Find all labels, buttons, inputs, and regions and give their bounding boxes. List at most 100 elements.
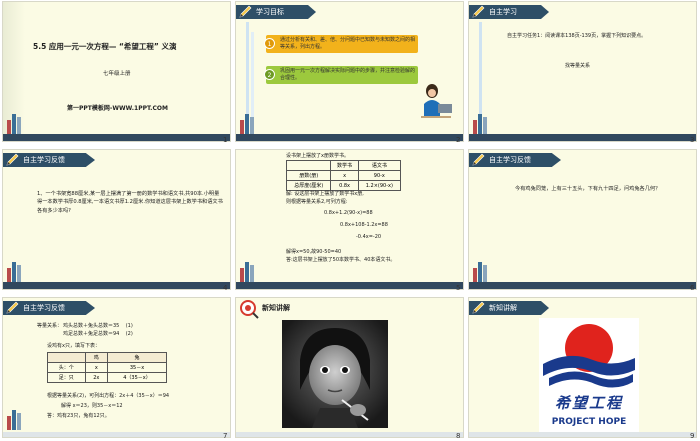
table-row: 总厚度(厘米) 0.8x 1.2×(90-x) (285, 180, 402, 191)
slide-number-4: 4 (223, 284, 228, 292)
slide-8-tab-label: 新知讲解 (262, 304, 290, 312)
slide-thumbnail-4[interactable]: 自主学习反馈 1、一个书架宽88厘米,某一层上摆满了第一册的数学书和语文书,共9… (2, 149, 231, 290)
slide-2-bottom-band (236, 134, 463, 141)
table-row: 足：只 2x 4（35－x） (47, 372, 167, 383)
slide-8-bottom-band (236, 432, 463, 437)
books-icon (473, 112, 491, 134)
slide-1-bottom-band (3, 134, 230, 141)
goal-1-number: 1 (264, 38, 275, 49)
slide-8-header: 新知讲解 (236, 298, 463, 320)
slide-1-footer: 第一PPT模板网-WWW.1PPT.COM (67, 105, 168, 112)
books-icon (240, 112, 258, 134)
slide-5-line-2: 则根据等量关系2,可列方程: (286, 199, 348, 205)
slide-5-table: 数学书 语文书 册数(册) x 90-x 总厚度(厘米) 0.8x 1.2×(9… (285, 160, 402, 191)
slide-7-solution: 解得 x＝23，则35－x＝12 (61, 403, 123, 409)
pencil-icon (5, 301, 21, 315)
slide-thumbnail-8[interactable]: 新知讲解 (235, 297, 464, 438)
table-header: 语文书 (357, 160, 402, 171)
slide-number-1: 1 (223, 136, 228, 144)
slide-5-intro: 设书架上摆放了x册数学书。 (286, 153, 349, 159)
slide-5-line-3: 0.8x+1.2(90-x)=88 (324, 210, 373, 216)
table-cell: x (330, 170, 359, 181)
slide-7-tab-label: 自主学习反馈 (23, 304, 65, 312)
books-icon (7, 260, 25, 282)
project-hope-logo: 希望工程 PROJECT HOPE (539, 318, 639, 436)
project-hope-script: 希望工程 (554, 394, 623, 412)
slide-thumbnail-7[interactable]: 自主学习反馈 等量关系： 鸡头总数＋兔头总数＝35 (1) 鸡足总数＋兔足总数＝… (2, 297, 231, 438)
table-cell: 1.2×(90-x) (357, 180, 402, 191)
slide-1-title: 5.5 应用一元一次方程— “希望工程” 义演 (33, 42, 177, 51)
table-header: 兔 (107, 352, 167, 363)
table-cell: 90-x (357, 170, 402, 181)
goal-2-text: 巩固用一元一次方程解决实际问题中的步骤，并注意检验解的合理性。 (280, 68, 416, 81)
slide-4-tab: 自主学习反馈 (3, 153, 95, 167)
table-cell: 足：只 (47, 372, 86, 383)
slide-7-table: 鸡 兔 头：个 x 35－x 足：只 2x 4（35－x） (47, 352, 167, 383)
slide-6-bottom-band (469, 282, 696, 289)
table-cell: 头：个 (47, 362, 86, 373)
slide-7-bottom-band (3, 432, 230, 437)
books-icon (7, 112, 25, 134)
slide-5-line-7: 答:这层书架上摆放了50本数学书、40本语文书。 (286, 257, 396, 263)
slide-9-tab-label: 新知讲解 (489, 304, 517, 312)
table-header (285, 160, 332, 171)
table-cell: 总厚度(厘米) (285, 180, 332, 191)
slide-3-tab-label: 自主学习 (489, 8, 517, 16)
project-hope-caption: PROJECT HOPE (551, 417, 627, 427)
goal-2-number: 2 (264, 69, 275, 80)
slide-number-7: 7 (223, 432, 228, 440)
pencil-icon (471, 5, 487, 19)
table-cell: 2x (84, 372, 109, 383)
slide-thumbnail-5[interactable]: 设书架上摆放了x册数学书。 数学书 语文书 册数(册) x 90-x 总厚度(厘… (235, 149, 464, 290)
slide-number-6: 6 (690, 284, 695, 292)
slide-6-problem: 今有鸡兔同笼，上有三十五头，下有九十四足，问鸡兔各几何？ (515, 186, 661, 192)
slide-3-bottom-band (469, 134, 696, 141)
slide-5-line-1: 解: 设这层书架上摆放了数学书x册, (286, 191, 364, 197)
pencil-icon (471, 153, 487, 167)
table-row: 册数(册) x 90-x (285, 170, 402, 181)
table-header: 鸡 (84, 352, 109, 363)
table-cell: 4（35－x） (107, 372, 167, 383)
slide-7-tab: 自主学习反馈 (3, 301, 95, 315)
slide-5-bottom-band (236, 282, 463, 289)
slide-4-problem: 1、一个书架宽88厘米,某一层上摆满了第一册的数学书和语文书,共90本.小明量得… (37, 191, 223, 214)
goal-1-text: 通过分析有关和、差、倍、分问题中已知数与未知数之间的相等关系，列出方程。 (280, 37, 416, 50)
slide-4-bottom-band (3, 282, 230, 289)
slide-thumbnail-9[interactable]: 新知讲解 希望工程 PROJECT HOPE (468, 297, 697, 438)
slide-3-item: 找等量关系 (565, 63, 591, 69)
slide-6-tab-label: 自主学习反馈 (489, 156, 531, 164)
slide-7-relation-2: 鸡足总数＋兔足总数＝94 (2) (63, 331, 133, 337)
slide-thumbnail-1[interactable]: 5.5 应用一元一次方程— “希望工程” 义演 七年级上册 第一PPT模板网-W… (2, 1, 231, 142)
table-cell: 35－x (107, 362, 167, 373)
slide-7-relation-1: 鸡头总数＋兔头总数＝35 (1) (63, 323, 133, 329)
slide-thumbnail-6[interactable]: 自主学习反馈 今有鸡兔同笼，上有三十五头，下有九十四足，问鸡兔各几何？ (468, 149, 697, 290)
pencil-icon (238, 5, 254, 19)
slide-5-line-5: -0.4x=-20 (356, 234, 382, 240)
magnifier-icon (239, 299, 259, 319)
slide-4-tab-label: 自主学习反馈 (23, 156, 65, 164)
pencil-icon (5, 153, 21, 167)
books-icon (473, 260, 491, 282)
slide-number-8: 8 (456, 432, 461, 440)
slide-5-line-4: 0.8x+108-1.2x=88 (340, 222, 388, 228)
girl-photo (282, 320, 388, 428)
slide-7-relation-label: 等量关系： (37, 323, 63, 329)
slide-6-tab: 自主学习反馈 (469, 153, 561, 167)
reading-person-illustration (421, 84, 452, 118)
books-icon (240, 260, 258, 282)
table-cell: 册数(册) (285, 170, 332, 181)
slide-3-tab: 自主学习 (469, 5, 549, 19)
slide-thumbnail-2[interactable]: 学习目标 1 通过分析有关和、差、倍、分问题中已知数与未知数之间的相等关系，列出… (235, 1, 464, 142)
table-header (47, 352, 86, 363)
slide-9-tab: 新知讲解 (469, 301, 549, 315)
slide-7-equation: 根据等量关系(2)，可列出方程：2x＋4（35－x）＝94 (47, 393, 170, 399)
table-cell: 0.8x (330, 180, 359, 191)
slide-2-tab-label: 学习目标 (256, 8, 284, 16)
slide-thumbnail-3[interactable]: 自主学习 自主学习任务1：阅读课本138页-139页，掌握下列知识要点。 找等量… (468, 1, 697, 142)
slide-7-setup: 设鸡有x只，填写下表： (47, 343, 100, 349)
project-hope-emblem (543, 324, 635, 388)
slide-3-task: 自主学习任务1：阅读课本138页-139页，掌握下列知识要点。 (507, 33, 647, 39)
table-cell: x (84, 362, 109, 373)
slide-2-tab: 学习目标 (236, 5, 316, 19)
pencil-icon (471, 301, 487, 315)
